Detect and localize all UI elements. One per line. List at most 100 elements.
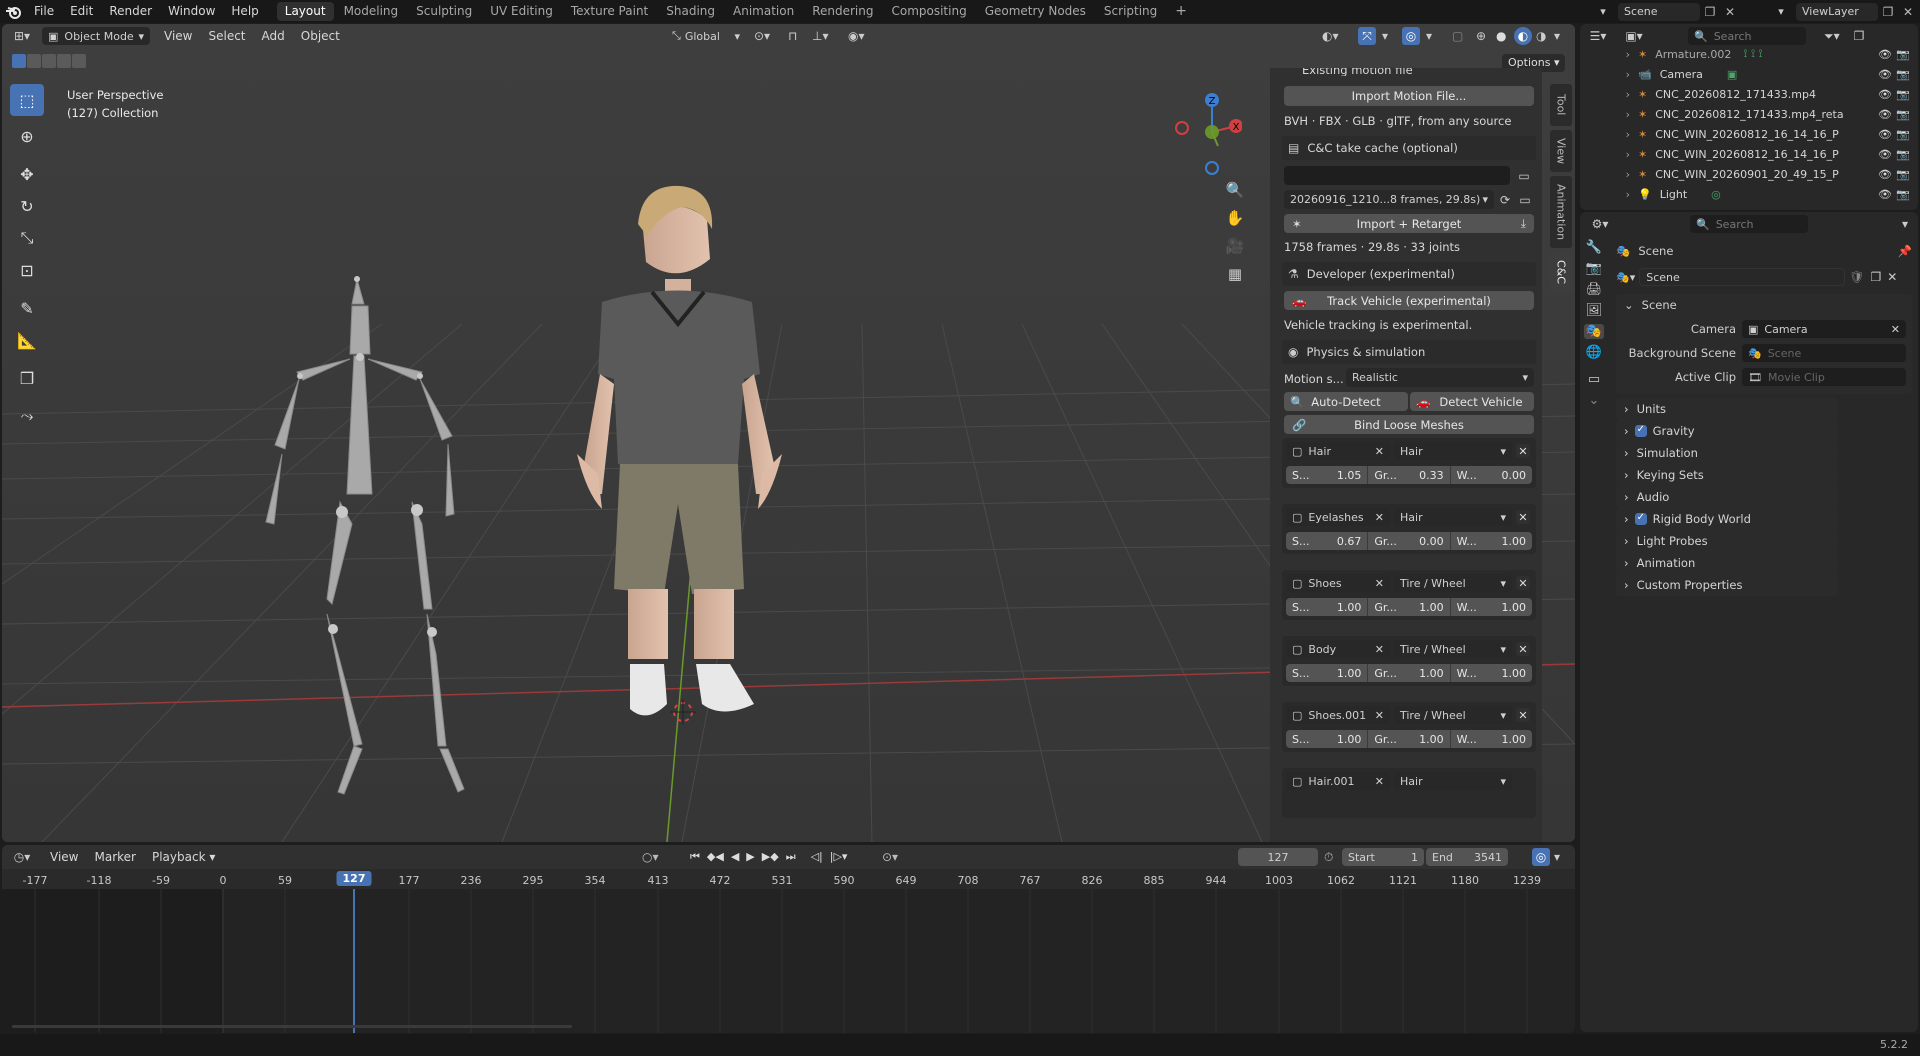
menu-edit[interactable]: Edit	[62, 0, 101, 23]
background-scene-field[interactable]: 🎭 Scene	[1742, 344, 1906, 362]
remove-mesh-icon[interactable]: ✕	[1516, 444, 1530, 458]
panel-custom-properties[interactable]: › Custom Properties	[1616, 574, 1838, 596]
tab-tool[interactable]: Tool	[1550, 84, 1572, 126]
tab-animation-side[interactable]: Animation	[1550, 176, 1572, 248]
play-icon[interactable]: ▶	[746, 850, 754, 864]
mesh-type-dropdown[interactable]: Tire / Wheel ▾	[1394, 574, 1512, 592]
menu-render[interactable]: Render	[101, 0, 160, 23]
rendered-shading-icon[interactable]: ◑	[1536, 29, 1546, 43]
render-icon[interactable]: 📷	[1896, 168, 1910, 181]
render-icon[interactable]: 📷	[1896, 148, 1910, 161]
properties-search-field[interactable]: 🔍 Search	[1690, 215, 1808, 233]
mesh-type-dropdown[interactable]: Hair ▾	[1394, 772, 1512, 790]
mesh-params[interactable]: S... 1.00 Gr... 1.00 W... 1.00	[1286, 664, 1532, 682]
rotate-tool-icon[interactable]: ↻	[10, 190, 44, 222]
eye-icon[interactable]: 👁	[1878, 128, 1892, 141]
gizmo-toggle-icon[interactable]: ⤧	[1358, 27, 1376, 45]
outliner-row[interactable]: › ✶ Armature.002 ⟟ ⟟ ⟟ 👁 📷	[1580, 44, 1918, 64]
scale-tool-icon[interactable]: ⤡	[10, 222, 44, 254]
eye-icon[interactable]: 👁	[1878, 168, 1892, 181]
outliner-row[interactable]: › ✶ CNC_WIN_20260812_16_14_16_P 👁 📷	[1580, 124, 1918, 144]
eye-icon[interactable]: 👁	[1878, 68, 1892, 81]
chevron-down-icon[interactable]: ⌄	[1624, 298, 1634, 312]
shading-options-icon[interactable]: ▾	[1554, 29, 1560, 43]
tab-compositing[interactable]: Compositing	[883, 2, 974, 21]
jump-start-icon[interactable]: ⏮	[690, 850, 700, 864]
take-path-field[interactable]	[1284, 166, 1510, 185]
material-shading-icon[interactable]: ◐	[1514, 27, 1532, 45]
detect-vehicle-button[interactable]: 🚗 Detect Vehicle	[1410, 392, 1534, 411]
properties-editor-icon[interactable]: ⚙▾	[1580, 217, 1620, 231]
object-tab-icon[interactable]: ⌄	[1589, 393, 1600, 408]
outliner-row[interactable]: › ✶ CNC_20260812_171433.mp4 👁 📷	[1580, 84, 1918, 104]
tab-layout[interactable]: Layout	[276, 2, 334, 21]
collection-tab-icon[interactable]: ▭	[1588, 372, 1600, 387]
clear-icon[interactable]: ✕	[1375, 445, 1384, 458]
outliner-editor-icon[interactable]: ☰▾	[1580, 29, 1616, 43]
timeline-view-dropdown-icon[interactable]: ▾	[1554, 850, 1560, 864]
clear-icon[interactable]: ✕	[1375, 709, 1384, 722]
keying-icon[interactable]: ⊙▾	[882, 850, 898, 864]
panel-animation[interactable]: › Animation	[1616, 552, 1838, 574]
new-scene-icon[interactable]: ❐	[1870, 270, 1881, 284]
viewport-menu-object[interactable]: Object	[293, 25, 348, 48]
overlays-toggle-icon[interactable]: ◎	[1402, 27, 1420, 45]
scene-tab-icon[interactable]: 🎭	[1583, 324, 1605, 339]
menu-file[interactable]: File	[26, 0, 62, 23]
viewport-menu-view[interactable]: View	[156, 25, 200, 48]
select-extend-icon[interactable]	[27, 54, 41, 68]
motion-style-dropdown[interactable]: Realistic ▾	[1346, 368, 1534, 387]
tool-tab-icon[interactable]: 🔧	[1586, 240, 1602, 255]
start-frame-field[interactable]: Start 1	[1342, 848, 1424, 866]
eye-icon[interactable]: 👁	[1878, 108, 1892, 121]
view-layer-icon[interactable]: ▾	[1766, 5, 1796, 18]
camera-field[interactable]: ▣ Camera ✕	[1742, 320, 1906, 338]
tab-cc[interactable]: C&C	[1550, 252, 1572, 292]
import-motion-button[interactable]: Import Motion File...	[1284, 86, 1534, 106]
render-icon[interactable]: 📷	[1896, 48, 1910, 61]
output-tab-icon[interactable]: 🖨	[1586, 282, 1603, 297]
refresh-icon[interactable]: ⟳	[1496, 190, 1514, 209]
gizmo-dropdown-icon[interactable]: ▾	[1382, 29, 1388, 43]
render-icon[interactable]: 📷	[1896, 128, 1910, 141]
overlays-dropdown-icon[interactable]: ▾	[1426, 29, 1432, 43]
remove-mesh-icon[interactable]: ✕	[1516, 510, 1530, 524]
bind-loose-meshes-button[interactable]: 🔗 Bind Loose Meshes	[1284, 415, 1534, 434]
current-frame-field[interactable]: 127	[1238, 848, 1318, 866]
timeline-editor-icon[interactable]: ◷▾	[2, 850, 42, 864]
tab-rendering[interactable]: Rendering	[804, 2, 881, 21]
transform-tool-icon[interactable]: ⊡	[10, 254, 44, 286]
select-new-icon[interactable]	[12, 54, 26, 68]
outliner-row[interactable]: › 📹 Camera ▣ 👁 📷	[1580, 64, 1918, 84]
track-vehicle-button[interactable]: 🚗 Track Vehicle (experimental)	[1284, 291, 1534, 310]
world-tab-icon[interactable]: 🌐	[1586, 345, 1602, 360]
clear-icon[interactable]: ✕	[1375, 577, 1384, 590]
panel-audio[interactable]: › Audio	[1616, 486, 1838, 508]
eye-icon[interactable]: 👁	[1878, 48, 1892, 61]
tab-modeling[interactable]: Modeling	[336, 2, 407, 21]
fake-user-icon[interactable]: 🛡	[1849, 270, 1864, 284]
jump-end-icon[interactable]: ⏭	[786, 850, 796, 864]
prev-marker-icon[interactable]: ◁|	[811, 850, 823, 864]
mesh-params[interactable]: S... 1.05 Gr... 0.33 W... 0.00	[1286, 466, 1532, 484]
add-workspace-icon[interactable]: +	[1167, 2, 1195, 21]
new-scene-icon[interactable]: ❐	[1700, 5, 1720, 19]
viewport-area[interactable]: ⊞▾ ▣ Object Mode ▾ View Select Add Objec…	[2, 24, 1575, 842]
record-icon[interactable]: ○▾	[642, 850, 659, 864]
gravity-checkbox[interactable]	[1634, 424, 1647, 437]
outliner-row[interactable]: › ✶ CNC_WIN_20260812_16_14_16_P 👁 📷	[1580, 144, 1918, 164]
annotate-tool-icon[interactable]: ✎	[10, 292, 44, 324]
mesh-name-field[interactable]: ▢ Shoes.001 ✕	[1286, 706, 1390, 724]
mesh-name-field[interactable]: ▢ Eyelashes ✕	[1286, 508, 1390, 526]
scene-browse-icon[interactable]: 🎭▾	[1616, 271, 1635, 284]
timeline-menu-playback[interactable]: Playback ▾	[144, 846, 223, 869]
mesh-name-field[interactable]: ▢ Body ✕	[1286, 640, 1390, 658]
render-icon[interactable]: 📷	[1896, 188, 1910, 201]
view-layer-field[interactable]: ViewLayer	[1796, 2, 1878, 21]
unlink-icon[interactable]: ✕	[1887, 270, 1897, 284]
panel-gravity[interactable]: ›Gravity	[1616, 420, 1838, 442]
tab-scripting[interactable]: Scripting	[1096, 2, 1165, 21]
view-layer-tab-icon[interactable]: 🖼	[1586, 303, 1603, 318]
outliner-row[interactable]: › ✶ CNC_WIN_20260901_20_49_15_P 👁 📷	[1580, 164, 1918, 184]
visibility-toggle-icon[interactable]: ◐▾	[1322, 29, 1339, 43]
